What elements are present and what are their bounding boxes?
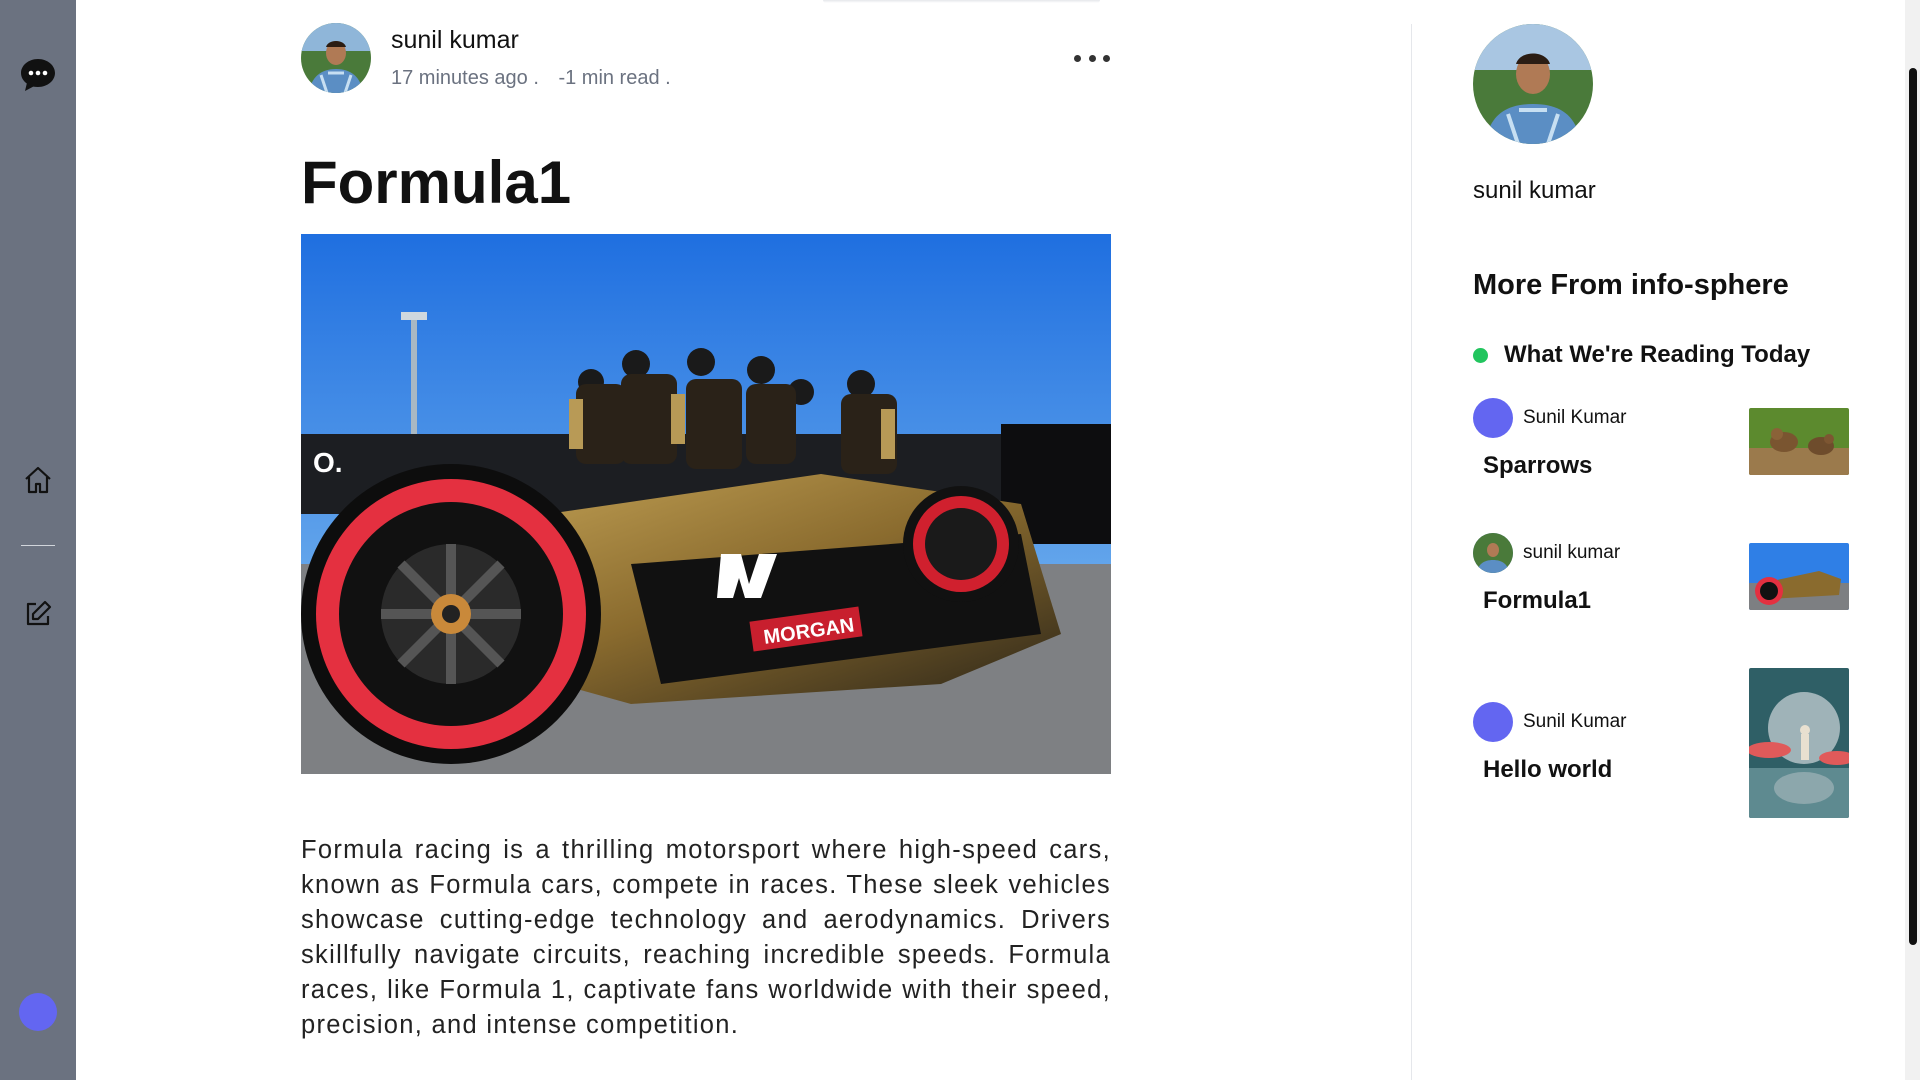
author-avatar [1473,533,1513,573]
rail-divider [21,545,55,546]
profile-name[interactable]: sunil kumar [1473,177,1596,205]
edit-icon[interactable] [18,594,58,634]
column-divider [1411,24,1412,1080]
card-thumbnail [1749,408,1849,475]
card-author: sunil kumar [1473,533,1620,573]
home-icon[interactable] [18,460,58,500]
card-thumbnail [1749,668,1849,818]
left-nav-rail [0,0,76,1080]
author-avatar [1473,398,1513,438]
status-dot-icon [1473,347,1488,363]
article-title: Formula1 [301,149,572,216]
author-name[interactable]: sunil kumar [391,26,519,55]
profile-avatar[interactable] [1473,24,1593,144]
card-author: Sunil Kumar [1473,702,1627,742]
card-thumbnail [1749,543,1849,610]
card-title[interactable]: Sparrows [1483,452,1592,480]
card-author-name: Sunil Kumar [1523,711,1627,732]
card-title[interactable]: Formula1 [1483,587,1591,615]
author-avatar [1473,702,1513,742]
more-options-icon[interactable] [1074,46,1110,70]
story-card-sparrows[interactable]: Sunil Kumar Sparrows [1473,398,1849,480]
more-from-heading: More From info-sphere [1473,269,1789,301]
post-time: 17 minutes ago . [391,67,539,89]
card-title[interactable]: Hello world [1483,756,1612,784]
read-time: -1 min read . [558,67,671,89]
story-card-formula1[interactable]: sunil kumar Formula1 [1473,533,1849,615]
top-edge-shadow [823,0,1100,3]
chat-icon[interactable] [18,55,58,95]
reading-today-label: What We're Reading Today [1473,341,1810,369]
article-hero-image: O. MORGAN [301,234,1111,774]
author-avatar[interactable] [301,23,371,93]
svg-text:O.: O. [313,447,343,478]
card-author-name: sunil kumar [1523,542,1621,563]
story-card-hello-world[interactable]: Sunil Kumar Hello world [1473,668,1849,818]
article-body: Formula racing is a thrilling motorsport… [301,836,1111,1039]
section-label: What We're Reading Today [1504,341,1811,368]
post-meta: 17 minutes ago . -1 min read . [391,67,685,90]
page-scrollbar-thumb[interactable] [1909,68,1917,945]
user-avatar-button[interactable] [19,993,57,1031]
card-author-name: Sunil Kumar [1523,407,1627,428]
card-author: Sunil Kumar [1473,398,1627,438]
